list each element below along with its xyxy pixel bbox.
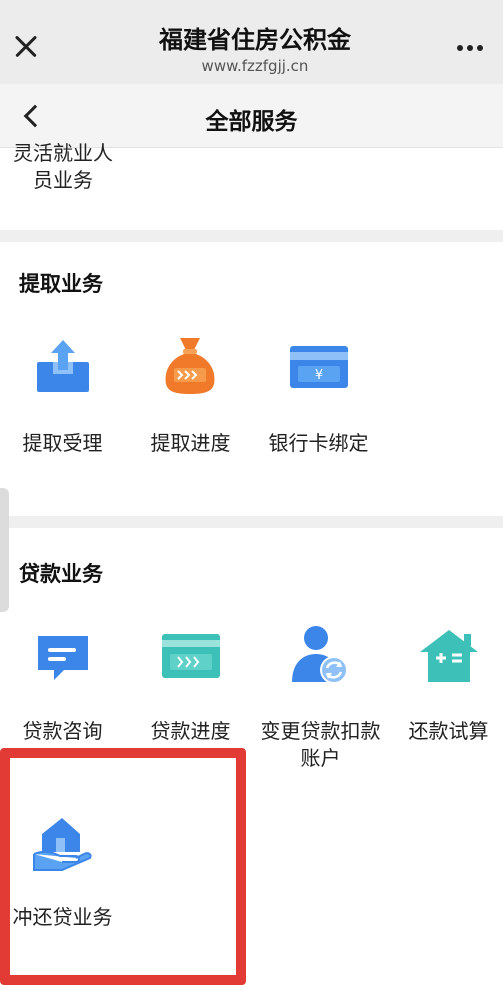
page-title: 全部服务 bbox=[205, 109, 298, 135]
browser-bar: 福建省住房公积金 www.fzzfgjj.cn bbox=[0, 0, 503, 84]
house-calculator-icon bbox=[420, 630, 478, 682]
upload-tray-icon bbox=[37, 340, 89, 392]
page-header: 全部服务 bbox=[0, 84, 503, 148]
service-label: 贷款咨询 bbox=[22, 719, 103, 743]
highlight-box bbox=[0, 748, 246, 985]
service-label: 提取进度 bbox=[150, 431, 231, 455]
section-divider bbox=[0, 230, 503, 242]
money-bag-icon bbox=[165, 338, 215, 394]
service-label: 贷款进度 bbox=[150, 719, 231, 743]
section-title-withdrawal: 提取业务 bbox=[19, 272, 103, 296]
user-switch-icon bbox=[292, 626, 348, 684]
service-label: 还款试算 bbox=[408, 719, 489, 743]
progress-card-icon bbox=[162, 634, 220, 678]
service-flexible-employment[interactable]: 灵活就业人员业务 bbox=[8, 140, 118, 194]
bank-card-icon: ¥ bbox=[290, 346, 348, 388]
service-label: 提取受理 bbox=[22, 431, 103, 455]
close-icon[interactable] bbox=[10, 30, 42, 62]
side-drawer-handle[interactable] bbox=[0, 488, 9, 612]
section-title-loan: 贷款业务 bbox=[19, 562, 103, 586]
chat-bubble-icon bbox=[38, 636, 88, 680]
section-divider bbox=[0, 516, 503, 528]
browser-url: www.fzzfgjj.cn bbox=[201, 57, 309, 75]
svg-text:¥: ¥ bbox=[315, 368, 323, 383]
service-label: 变更贷款扣款账户 bbox=[260, 719, 381, 770]
more-options-icon[interactable] bbox=[457, 36, 489, 52]
browser-title: 福建省住房公积金 bbox=[159, 26, 351, 54]
service-label: 银行卡绑定 bbox=[268, 431, 369, 455]
